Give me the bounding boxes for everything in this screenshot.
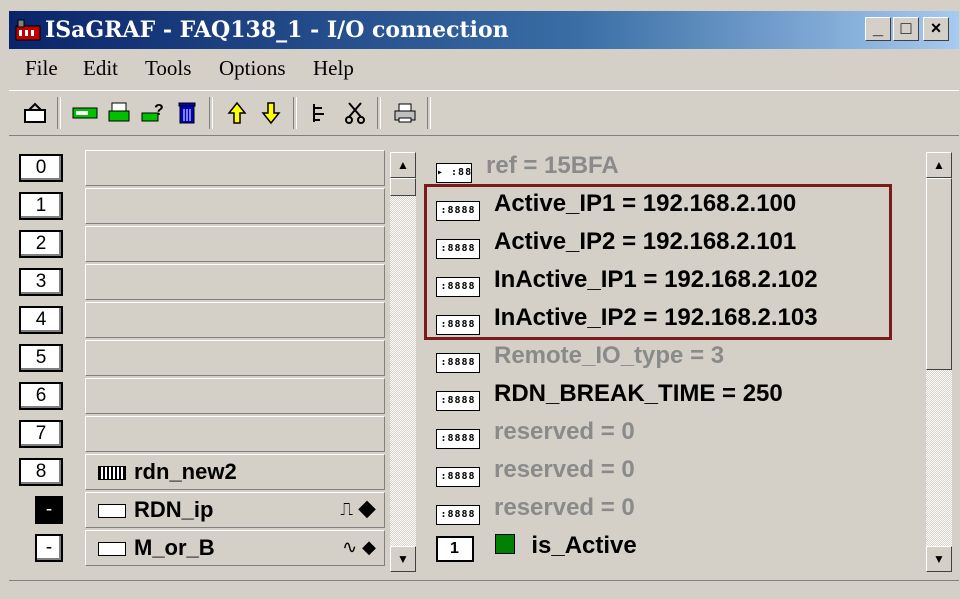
toolbar-separator [427,97,431,129]
slot-index-button[interactable]: 2 [19,230,63,258]
slot-cell[interactable] [85,378,385,414]
parameter-text: Remote_IO_type = 3 [494,342,725,369]
param-icon: :8888 [436,429,480,449]
slot-cell-board[interactable]: rdn_new2 [85,454,385,490]
toolbar-separator [377,97,381,129]
parameter-text: RDN_BREAK_TIME = 250 [494,380,783,407]
slot-cell[interactable] [85,264,385,300]
parameter-row[interactable]: :8888 RDN_BREAK_TIME = 250 [436,380,783,414]
toolbar-separator [209,97,213,129]
open-icon[interactable] [21,99,49,127]
svg-text:?: ? [154,102,164,119]
menu-tools[interactable]: Tools [145,56,191,81]
param-icon: :8888 [436,505,480,525]
window-title: ISaGRAF - FAQ138_1 - I/O connection [45,17,509,43]
channel-name: RDN_ip [98,497,213,523]
help-board-icon[interactable]: ? [139,99,167,127]
scroll-up-button[interactable]: ▲ [926,152,952,178]
parameter-text: reserved = 0 [494,494,635,521]
parameter-row[interactable]: :8888 reserved = 0 [436,456,635,490]
status-bar [9,580,959,599]
param-icon: ▸ :88 [436,163,472,183]
right-scrollbar[interactable]: ▲ ▼ [926,152,952,572]
slot-index-button[interactable]: 3 [19,268,63,296]
scroll-down-button[interactable]: ▼ [926,546,952,572]
parameter-row[interactable]: :8888 reserved = 0 [436,418,635,452]
slot-cell[interactable] [85,188,385,224]
slot-index-button[interactable]: 8 [19,458,63,486]
parameter-row[interactable]: :8888 Remote_IO_type = 3 [436,342,724,376]
slot-cell[interactable] [85,226,385,262]
slot-index-button[interactable]: 1 [19,192,63,220]
scroll-thumb[interactable] [926,178,952,370]
menu-options[interactable]: Options [219,56,286,81]
scroll-thumb[interactable] [390,178,416,196]
menu-edit[interactable]: Edit [83,56,118,81]
isagraf-io-connection-window: ISaGRAF - FAQ138_1 - I/O connection _ □ … [0,0,960,599]
slot-cell[interactable] [85,150,385,186]
slot-index-button[interactable]: 5 [19,344,63,372]
print-icon[interactable] [391,99,419,127]
board-settings-icon[interactable] [105,99,133,127]
slot-index-button[interactable]: 7 [19,420,63,448]
channel-variable-name: is_Active [531,532,637,559]
slot-index-button[interactable]: 4 [19,306,63,334]
channel-label: M_or_B [134,535,215,560]
channel-expand-button[interactable]: - [35,496,63,524]
parameter-row[interactable]: :8888 reserved = 0 [436,494,635,528]
slot-cell[interactable] [85,340,385,376]
slot-index-button[interactable]: 6 [19,382,63,410]
variable-tree-icon[interactable] [307,99,335,127]
channel-icon [98,504,126,519]
board-name: rdn_new2 [98,459,237,485]
channel-icon [98,542,126,557]
scroll-up-button[interactable]: ▲ [390,152,416,178]
menu-help[interactable]: Help [313,56,354,81]
ip-parameters-highlight [424,184,892,340]
move-down-icon[interactable] [257,99,285,127]
pulse-signal-icon: ⎍ ◆ [340,499,376,519]
board-icon [98,466,126,481]
slot-cell-channel[interactable]: M_or_B ∿ ◆ [85,530,385,566]
param-icon: :8888 [436,467,480,487]
toolbar: ? [9,90,959,136]
param-icon: :8888 [436,353,480,373]
param-icon: :8888 [436,391,480,411]
app-icon [15,19,41,41]
parameter-row[interactable]: ▸ :88 ref = 15BFA [436,152,619,186]
toolbar-separator [57,97,61,129]
channel-expand-button[interactable]: - [35,534,63,562]
boolean-input-icon [494,534,515,554]
cut-icon[interactable] [341,99,369,127]
slot-cell-channel[interactable]: RDN_ip ⎍ ◆ [85,492,385,528]
channel-name: M_or_B [98,535,215,561]
toolbar-separator [293,97,297,129]
scroll-down-button[interactable]: ▼ [390,546,416,572]
channel-label: RDN_ip [134,497,214,522]
slot-cell[interactable] [85,416,385,452]
title-bar[interactable]: ISaGRAF - FAQ138_1 - I/O connection _ □ … [9,11,959,49]
minimize-button[interactable]: _ [865,17,891,41]
maximize-button[interactable]: □ [893,17,919,41]
slot-list: 0 1 2 3 4 5 6 7 8 rdn_new2 - RDN_ip ⎍ ◆ … [9,144,389,572]
parameter-text: reserved = 0 [494,456,635,483]
left-scrollbar[interactable]: ▲ ▼ [390,152,416,572]
parameter-text: reserved = 0 [494,418,635,445]
slot-index-button[interactable]: 0 [19,154,63,182]
channel-index-button[interactable]: 1 [436,536,474,562]
menu-file[interactable]: File [25,56,58,81]
analog-signal-icon: ∿ ◆ [342,537,376,557]
board-label: rdn_new2 [134,459,237,484]
menu-bar: File Edit Tools Options Help [9,52,959,86]
move-up-icon[interactable] [223,99,251,127]
parameter-text: ref = 15BFA [486,152,619,179]
delete-icon[interactable] [173,99,201,127]
board-icon[interactable] [71,99,99,127]
slot-cell[interactable] [85,302,385,338]
channel-row[interactable]: 1 is_Active [436,532,637,566]
close-button[interactable]: × [923,17,949,41]
